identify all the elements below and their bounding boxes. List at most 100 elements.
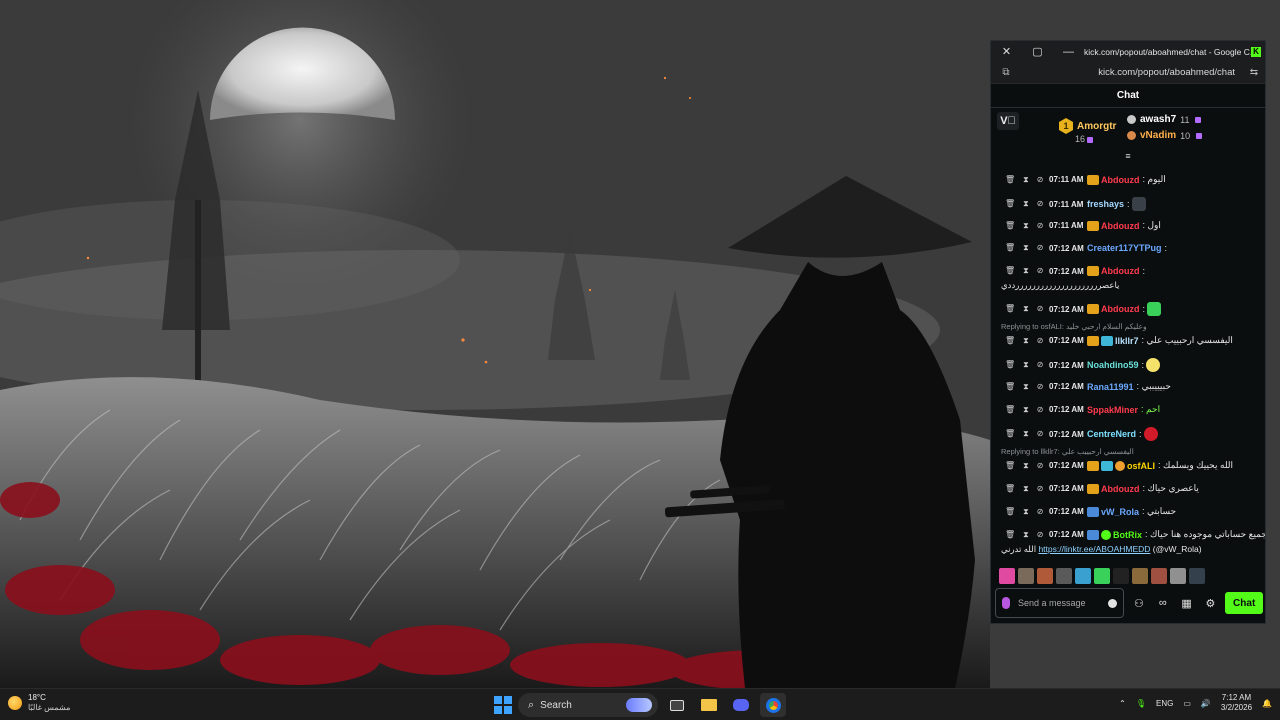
ban-icon[interactable]: ⊘ — [1037, 175, 1044, 185]
emote-icon[interactable] — [1151, 568, 1167, 584]
delete-icon[interactable]: 🗑 — [1005, 429, 1015, 439]
maximize-window-button[interactable]: ▢ — [1022, 41, 1053, 62]
message-username[interactable]: vW_Rola — [1101, 507, 1139, 517]
delete-icon[interactable]: 🗑 — [1005, 360, 1015, 370]
chrome-icon[interactable] — [760, 693, 786, 717]
ban-icon[interactable]: ⊘ — [1037, 360, 1044, 370]
message-username[interactable]: Rana11991 — [1087, 382, 1134, 392]
timeout-icon[interactable]: ⧗ — [1023, 382, 1029, 392]
reply-context[interactable]: Replying to osfALI: وعليكم السلام ارحبي … — [1001, 322, 1147, 331]
emote-icon[interactable] — [1075, 568, 1091, 584]
ban-icon[interactable]: ⊘ — [1037, 507, 1044, 517]
timeout-icon[interactable]: ⧗ — [1023, 405, 1029, 415]
infinity-icon[interactable]: ∞ — [1154, 597, 1172, 609]
delete-icon[interactable]: 🗑 — [1005, 484, 1015, 494]
delete-icon[interactable]: 🗑 — [1005, 405, 1015, 415]
microphone-tray-icon[interactable]: 🎙 — [1136, 699, 1146, 708]
message-username[interactable]: BotRix — [1113, 530, 1142, 540]
page-settings-icon[interactable]: ⇆ — [1243, 67, 1265, 78]
message-username[interactable]: freshays — [1087, 199, 1124, 209]
timeout-icon[interactable]: ⧗ — [1023, 199, 1029, 209]
delete-icon[interactable]: 🗑 — [1005, 221, 1015, 231]
delete-icon[interactable]: 🗑 — [1005, 243, 1015, 253]
close-window-button[interactable]: ✕ — [991, 41, 1022, 62]
delete-icon[interactable]: 🗑 — [1005, 507, 1015, 517]
emote-icon[interactable] — [999, 568, 1015, 584]
message-username[interactable]: osfALI — [1127, 461, 1155, 471]
timeout-icon[interactable]: ⧗ — [1023, 304, 1029, 314]
ban-icon[interactable]: ⊘ — [1037, 530, 1044, 540]
emoji-picker-icon[interactable] — [1107, 598, 1117, 608]
message-username[interactable]: llkllr7 — [1115, 336, 1139, 346]
input-language[interactable]: ENG — [1156, 699, 1173, 708]
delete-icon[interactable]: 🗑 — [1005, 382, 1015, 392]
timeout-icon[interactable]: ⧗ — [1023, 221, 1029, 231]
leaderboard-first[interactable]: 1 Amorgtr — [1059, 118, 1116, 134]
ban-icon[interactable]: ⊘ — [1037, 199, 1044, 209]
send-chat-button[interactable]: Chat — [1225, 592, 1263, 614]
ban-icon[interactable]: ⊘ — [1037, 336, 1044, 346]
timeout-icon[interactable]: ⧗ — [1023, 530, 1029, 540]
ban-icon[interactable]: ⊘ — [1037, 304, 1044, 314]
microphone-icon[interactable] — [1002, 597, 1010, 609]
ban-icon[interactable]: ⊘ — [1037, 461, 1044, 471]
chat-mode-button[interactable]: V⃓ — [997, 112, 1019, 130]
message-username[interactable]: CentreNerd — [1087, 429, 1136, 439]
delete-icon[interactable]: 🗑 — [1005, 530, 1015, 540]
timeout-icon[interactable]: ⧗ — [1023, 360, 1029, 370]
delete-icon[interactable]: 🗑 — [1005, 336, 1015, 346]
message-username[interactable]: Abdouzd — [1101, 304, 1140, 314]
message-username[interactable]: Abdouzd — [1101, 175, 1140, 185]
message-username[interactable]: Abdouzd — [1101, 266, 1140, 276]
leaderboard-second[interactable]: awash7 11 — [1127, 114, 1202, 125]
delete-icon[interactable]: 🗑 — [1005, 175, 1015, 185]
emote-icon[interactable] — [1018, 568, 1034, 584]
timeout-icon[interactable]: ⧗ — [1023, 507, 1029, 517]
message-link[interactable]: https://linktr.ee/ABOAHMEDD — [1038, 544, 1150, 554]
timeout-icon[interactable]: ⧗ — [1023, 461, 1029, 471]
emote-icon[interactable] — [1094, 568, 1110, 584]
emote-icon[interactable] — [1189, 568, 1205, 584]
taskbar-search[interactable]: ⌕ Search — [518, 693, 658, 717]
timeout-icon[interactable]: ⧗ — [1023, 484, 1029, 494]
chat-message-input[interactable]: Send a message — [995, 588, 1124, 618]
ban-icon[interactable]: ⊘ — [1037, 484, 1044, 494]
site-info-icon[interactable]: ⧉ — [991, 67, 1021, 78]
ban-icon[interactable]: ⊘ — [1037, 221, 1044, 231]
delete-icon[interactable]: 🗑 — [1005, 199, 1015, 209]
ban-icon[interactable]: ⊘ — [1037, 243, 1044, 253]
task-view-icon[interactable] — [664, 693, 690, 717]
emote-icon[interactable] — [1113, 568, 1129, 584]
network-icon[interactable]: ▭ — [1183, 699, 1191, 708]
ban-icon[interactable]: ⊘ — [1037, 266, 1044, 276]
emote-icon[interactable] — [1170, 568, 1186, 584]
message-username[interactable]: Creater117YTPug — [1087, 243, 1162, 253]
address-url[interactable]: kick.com/popout/aboahmed/chat — [1021, 67, 1243, 78]
volume-icon[interactable]: 🔊 — [1201, 699, 1211, 708]
timeout-icon[interactable]: ⧗ — [1023, 243, 1029, 253]
gift-icon[interactable]: ▦ — [1178, 597, 1196, 610]
message-username[interactable]: SppakMiner — [1087, 405, 1138, 415]
message-username[interactable]: Noahdino59 — [1087, 360, 1139, 370]
weather-widget[interactable]: 18°C مشمس غالبًا — [8, 693, 70, 713]
message-username[interactable]: Abdouzd — [1101, 484, 1140, 494]
collapse-pinned-icon[interactable]: ≡ — [991, 152, 1265, 161]
emote-icon[interactable] — [1037, 568, 1053, 584]
ban-icon[interactable]: ⊘ — [1037, 405, 1044, 415]
users-icon[interactable]: ⚇ — [1130, 597, 1148, 610]
taskbar-clock[interactable]: 7:12 AM 3/2/2026 — [1221, 693, 1252, 713]
timeout-icon[interactable]: ⧗ — [1023, 175, 1029, 185]
timeout-icon[interactable]: ⧗ — [1023, 336, 1029, 346]
timeout-icon[interactable]: ⧗ — [1023, 266, 1029, 276]
discord-icon[interactable] — [728, 693, 754, 717]
notifications-bell-icon[interactable]: 🔔 — [1262, 699, 1272, 708]
message-username[interactable]: Abdouzd — [1101, 221, 1140, 231]
delete-icon[interactable]: 🗑 — [1005, 266, 1015, 276]
windows-start-icon[interactable] — [494, 696, 512, 714]
file-explorer-icon[interactable] — [696, 693, 722, 717]
delete-icon[interactable]: 🗑 — [1005, 461, 1015, 471]
emote-icon[interactable] — [1056, 568, 1072, 584]
minimize-window-button[interactable]: — — [1053, 41, 1084, 62]
ban-icon[interactable]: ⊘ — [1037, 382, 1044, 392]
tray-overflow-chevron-icon[interactable]: ⌃ — [1119, 699, 1126, 708]
